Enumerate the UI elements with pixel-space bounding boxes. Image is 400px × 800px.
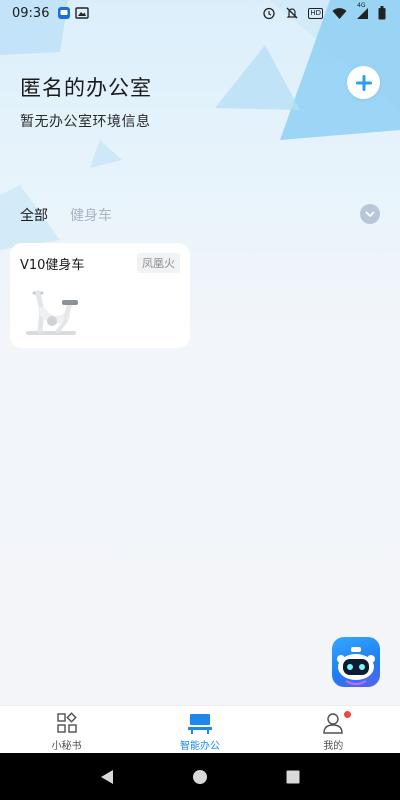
alarm-icon <box>262 6 276 20</box>
plus-icon <box>355 74 372 91</box>
image-notification-icon <box>75 6 90 20</box>
nav-item-smart-office[interactable]: 智能办公 <box>133 706 266 753</box>
device-card[interactable]: V10健身车 凤凰火 <box>10 243 190 348</box>
grid-icon <box>56 712 77 733</box>
office-title: 匿名的办公室 <box>20 76 152 100</box>
network-label: 4G <box>357 1 366 9</box>
add-button[interactable] <box>347 66 380 99</box>
nav-label-profile: 我的 <box>323 741 344 752</box>
desk-icon <box>187 714 212 734</box>
nav-item-secretary[interactable]: 小秘书 <box>0 706 133 753</box>
notification-badge <box>343 711 351 718</box>
bottom-nav: 小秘书 智能办公 我的 <box>0 705 400 753</box>
signal-icon: 4G <box>356 2 369 20</box>
hd-icon: HD <box>308 7 323 19</box>
hd-label: HD <box>308 7 323 19</box>
exercise-bike-image <box>26 290 78 335</box>
nav-label-smart-office: 智能办公 <box>179 741 220 752</box>
decorative-triangles <box>0 0 400 250</box>
status-bar: 09:36 HD 4G <box>0 0 400 26</box>
robot-assistant-icon <box>337 647 375 685</box>
filter-tabs: 全部 健身车 <box>20 205 112 225</box>
back-icon[interactable] <box>99 769 115 785</box>
battery-icon <box>378 6 386 20</box>
mute-icon <box>285 6 299 20</box>
system-nav-bar <box>0 753 400 800</box>
expand-filters-button[interactable] <box>360 204 380 224</box>
nav-item-profile[interactable]: 我的 <box>267 706 400 753</box>
office-subtitle: 暂无办公室环境信息 <box>20 114 151 130</box>
status-time: 09:36 <box>12 5 50 21</box>
user-icon <box>323 713 344 734</box>
device-name: V10健身车 <box>20 258 85 273</box>
tab-exercise-bike[interactable]: 健身车 <box>70 205 112 225</box>
chevron-down-icon <box>365 211 375 217</box>
nav-label-secretary: 小秘书 <box>51 741 82 752</box>
home-icon[interactable] <box>192 769 208 785</box>
app-notification-icon <box>57 6 71 20</box>
wifi-icon <box>332 7 347 20</box>
header-background <box>0 0 400 705</box>
recents-icon[interactable] <box>285 769 301 785</box>
assistant-button[interactable] <box>332 637 380 687</box>
device-brand-tag: 凤凰火 <box>137 253 180 273</box>
tab-all[interactable]: 全部 <box>20 205 48 225</box>
